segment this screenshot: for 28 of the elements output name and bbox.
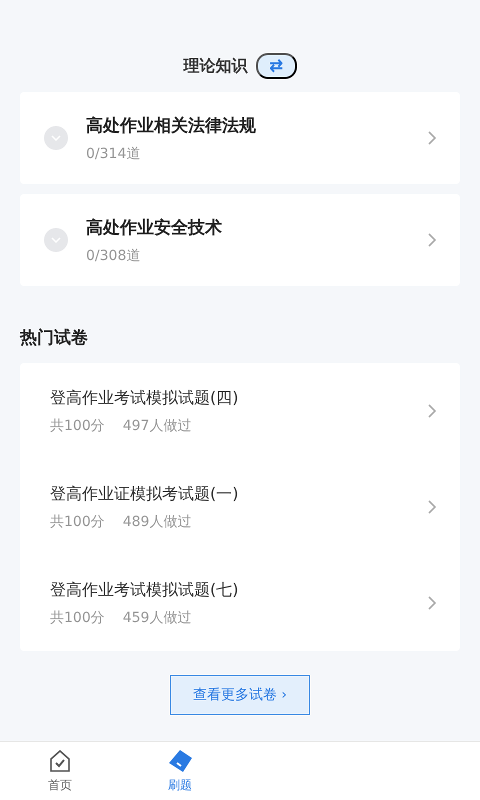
- paper-title[interactable]: 登高作业考试模拟试题(四): [50, 388, 428, 408]
- section-heading: 热门试卷: [20, 327, 89, 349]
- taker-count: 497人做过: [122, 416, 192, 434]
- home-check-icon: [48, 748, 72, 772]
- chapter-title: 高处作业相关法律法规: [86, 114, 257, 136]
- question-count: 0/314道: [86, 144, 142, 162]
- chevron-right-icon: [428, 500, 436, 514]
- section-title: 理论知识: [184, 56, 248, 76]
- chevron-right-icon: [428, 131, 436, 145]
- tab-bar-item[interactable]: 首页: [0, 742, 120, 800]
- chapter-title: 高处作业安全技术: [86, 216, 223, 238]
- paper-title[interactable]: 登高作业考试模拟试题(七): [50, 580, 428, 600]
- chapter-card[interactable]: 高处作业安全技术 0/308道: [20, 194, 460, 286]
- chevron-right-icon: [428, 596, 436, 610]
- paper-title[interactable]: 登高作业证模拟考试题(一): [50, 484, 428, 504]
- chevron-right-icon: [428, 233, 436, 247]
- total-score: 共100分: [50, 416, 105, 434]
- question-count: 0/308道: [86, 246, 142, 264]
- total-score: 共100分: [50, 512, 105, 530]
- more-papers-button[interactable]: 查看更多试卷 ›: [170, 675, 310, 715]
- taker-count: 459人做过: [122, 608, 192, 626]
- taker-count: 489人做过: [122, 512, 192, 530]
- chapter-card[interactable]: 高处作业相关法律法规 0/314道: [20, 92, 460, 184]
- switch-button[interactable]: ⇄: [256, 53, 296, 79]
- tag-icon: [167, 748, 193, 772]
- total-score: 共100分: [50, 608, 105, 626]
- tab-bar-item[interactable]: 刷题: [120, 742, 240, 800]
- chevron-right-icon: [428, 404, 436, 418]
